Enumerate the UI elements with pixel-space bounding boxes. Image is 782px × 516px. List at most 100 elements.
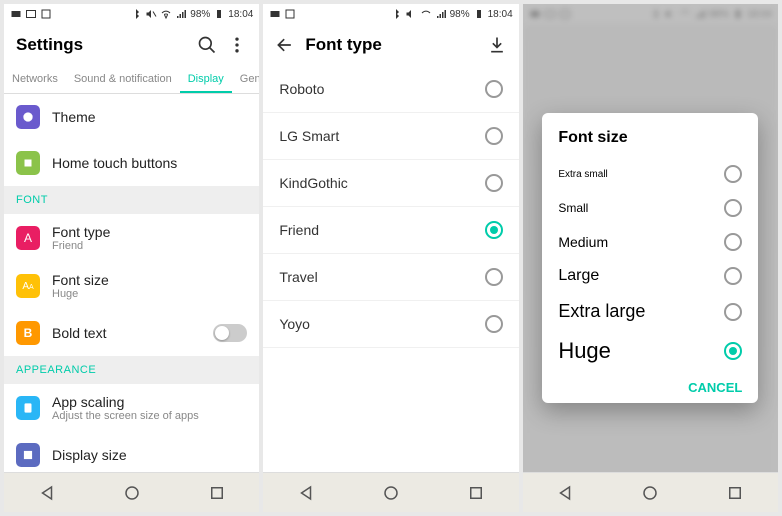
tab-sound[interactable]: Sound & notification [66,66,180,93]
more-icon[interactable] [227,35,247,55]
font-type-label: Font type [52,224,247,240]
font-option[interactable]: Friend [263,207,518,254]
app-scaling-icon [16,396,40,420]
display-size-icon [16,443,40,467]
screenshot-icon [284,8,296,20]
header: Font type [263,24,518,66]
tab-general[interactable]: General [232,66,260,93]
size-label: Large [558,267,599,285]
font-name: Yoyo [279,316,310,332]
size-label: Extra large [558,301,645,322]
home-nav-icon[interactable] [641,484,659,502]
display-size-item[interactable]: Display size [4,432,259,472]
size-label: Small [558,201,588,215]
size-label: Medium [558,234,608,250]
clock: 18:04 [488,9,513,20]
recent-nav-icon[interactable] [467,484,485,502]
theme-icon [16,105,40,129]
search-icon[interactable] [197,35,217,55]
mute-icon [145,8,157,20]
back-nav-icon[interactable] [38,484,56,502]
header: Settings [4,24,259,66]
wifi-icon [420,8,432,20]
status-bar: 98% 18:04 [263,4,518,24]
back-icon[interactable] [275,35,295,55]
signal-icon [175,8,187,20]
dialog-overlay[interactable]: Font size Extra smallSmallMediumLargeExt… [523,4,778,512]
signal-icon [435,8,447,20]
home-nav-icon[interactable] [123,484,141,502]
page-title: Font type [305,35,476,55]
nav-bar [4,472,259,512]
size-option[interactable]: Large [542,259,758,293]
radio-icon [724,342,742,360]
back-nav-icon[interactable] [556,484,574,502]
font-option[interactable]: Roboto [263,66,518,113]
image-icon [25,8,37,20]
section-appearance: APPEARANCE [4,356,259,384]
font-type-screen: 98% 18:04 Font type RobotoLG Smart KindGo… [263,4,518,512]
app-scaling-item[interactable]: App scaling Adjust the screen size of ap… [4,384,259,432]
radio-icon [485,127,503,145]
size-option[interactable]: Extra large [542,293,758,330]
status-bar: 98% 18:04 [4,4,259,24]
content: Theme Home touch buttons FONT A Font typ… [4,94,259,472]
font-size-label: Font size [52,272,247,288]
size-option[interactable]: Extra small [542,157,758,191]
font-option[interactable]: Yoyo [263,301,518,348]
font-option[interactable]: KindGothic [263,160,518,207]
radio-icon [485,221,503,239]
bold-text-label: Bold text [52,325,201,341]
font-type-value: Friend [52,240,247,252]
home-nav-icon[interactable] [382,484,400,502]
home-buttons-item[interactable]: Home touch buttons [4,140,259,186]
battery-icon [213,8,225,20]
nav-bar [263,472,518,512]
font-size-dialog-screen: 98% 18:04 Font size Extra smallSmallMedi… [523,4,778,512]
size-option[interactable]: Medium [542,225,758,259]
font-type-item[interactable]: A Font type Friend [4,214,259,262]
font-option[interactable]: Travel [263,254,518,301]
font-name: KindGothic [279,175,347,191]
battery-pct: 98% [190,9,210,20]
tab-networks[interactable]: Networks [4,66,66,93]
radio-icon [724,233,742,251]
bold-toggle[interactable] [213,324,247,342]
cancel-button[interactable]: CANCEL [542,372,758,395]
bluetooth-icon [130,8,142,20]
theme-item[interactable]: Theme [4,94,259,140]
radio-icon [485,174,503,192]
page-title: Settings [16,35,187,55]
font-size-value: Huge [52,288,247,300]
download-icon[interactable] [487,35,507,55]
radio-icon [724,267,742,285]
tabs: Networks Sound & notification Display Ge… [4,66,259,94]
size-option[interactable]: Huge [542,330,758,372]
tab-display[interactable]: Display [180,66,232,93]
radio-icon [485,315,503,333]
recent-nav-icon[interactable] [208,484,226,502]
settings-screen: 98% 18:04 Settings Networks Sound & noti… [4,4,259,512]
app-scaling-sub: Adjust the screen size of apps [52,410,247,422]
home-icon [16,151,40,175]
battery-pct: 98% [450,9,470,20]
app-scaling-label: App scaling [52,394,247,410]
back-nav-icon[interactable] [297,484,315,502]
clock: 18:04 [228,9,253,20]
size-option[interactable]: Small [542,191,758,225]
font-type-icon: A [16,226,40,250]
size-label: Huge [558,338,611,364]
font-size-item[interactable]: AA Font size Huge [4,262,259,310]
font-option[interactable]: LG Smart [263,113,518,160]
radio-icon [724,303,742,321]
recent-nav-icon[interactable] [726,484,744,502]
bluetooth-icon [390,8,402,20]
radio-icon [724,199,742,217]
section-font: FONT [4,186,259,214]
mail-icon [269,8,281,20]
screenshot-icon [40,8,52,20]
radio-icon [724,165,742,183]
font-name: Travel [279,269,317,285]
display-size-label: Display size [52,447,247,463]
bold-text-item[interactable]: B Bold text [4,310,259,356]
